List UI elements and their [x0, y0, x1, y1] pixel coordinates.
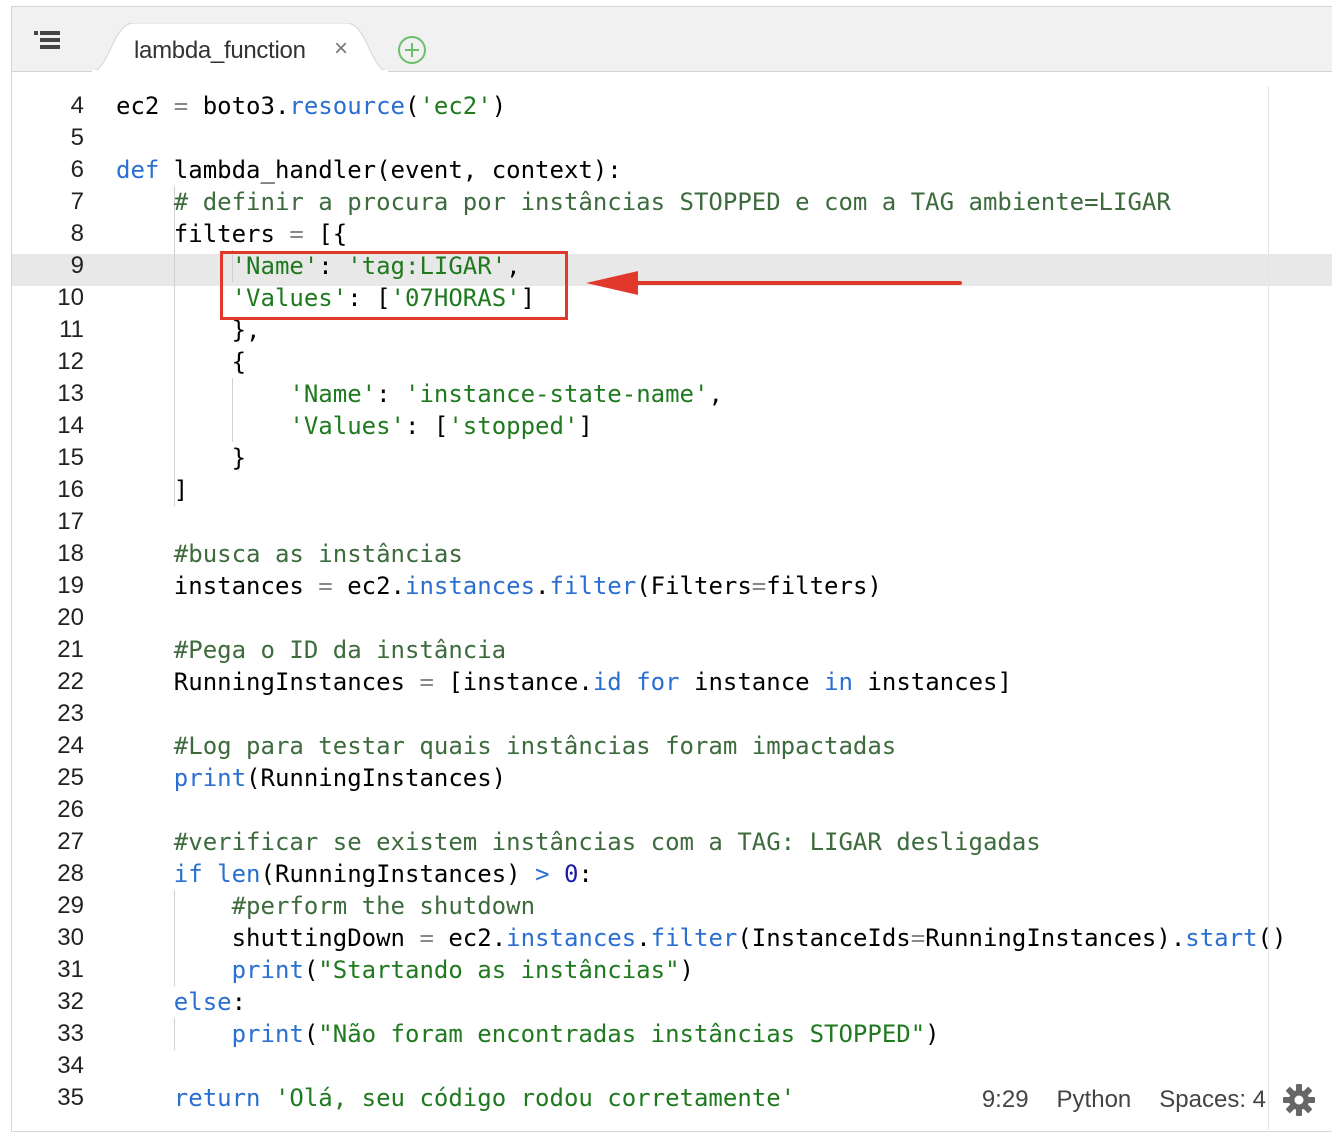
- code-text: 'Values': ['stopped']: [289, 412, 593, 440]
- line-number: 11: [59, 316, 84, 343]
- code-line[interactable]: 33 print("Não foram encontradas instânci…: [12, 1018, 1332, 1050]
- code-text: {: [116, 348, 247, 376]
- code-line[interactable]: 14 'Values': ['stopped']: [12, 410, 1332, 442]
- code-line[interactable]: 23: [12, 698, 1332, 730]
- code-text: # definir a procura por instâncias STOPP…: [173, 188, 1171, 216]
- line-number: 14: [57, 412, 84, 439]
- code-line[interactable]: 6 def lambda_handler(event, context):: [12, 154, 1332, 186]
- line-number: 9: [70, 252, 84, 279]
- line-number: 15: [57, 444, 84, 471]
- code-line[interactable]: 19 instances = ec2.instances.filter(Filt…: [12, 570, 1332, 602]
- code-line[interactable]: 8 filters = [{: [12, 218, 1332, 250]
- code-text: print("Startando as instâncias"): [231, 956, 694, 984]
- code-line[interactable]: 34: [12, 1050, 1332, 1082]
- line-number: 19: [57, 572, 84, 599]
- line-number: 22: [57, 668, 84, 695]
- line-number: 12: [57, 348, 84, 375]
- code-line[interactable]: 24 #Log para testar quais instâncias for…: [12, 730, 1332, 762]
- line-number: 26: [57, 796, 84, 823]
- code-text: #busca as instâncias: [173, 540, 463, 568]
- code-text: ]: [116, 476, 189, 504]
- code-text: 'Name': 'instance-state-name',: [289, 380, 723, 408]
- code-line[interactable]: 22 RunningInstances = [instance.id for i…: [12, 666, 1332, 698]
- code-line[interactable]: 20: [12, 602, 1332, 634]
- tab-label: lambda_function: [134, 37, 306, 64]
- code-line[interactable]: 4 ec2 = boto3.resource('ec2'): [12, 90, 1332, 122]
- line-number: 33: [57, 1020, 84, 1047]
- code-line[interactable]: 12 {: [12, 346, 1332, 378]
- code-text: #verificar se existem instâncias com a T…: [173, 828, 1041, 856]
- line-number: 4: [70, 92, 84, 119]
- code-line[interactable]: 28 if len(RunningInstances) > 0:: [12, 858, 1332, 890]
- code-text: if len(RunningInstances) > 0:: [173, 860, 593, 888]
- line-number: 28: [57, 860, 84, 887]
- file-list-icon[interactable]: [32, 29, 62, 53]
- code-line[interactable]: 15 }: [12, 442, 1332, 474]
- code-text: ec2 = boto3.resource('ec2'): [116, 92, 507, 120]
- code-line[interactable]: 29 #perform the shutdown: [12, 890, 1332, 922]
- code-line[interactable]: 18 #busca as instâncias: [12, 538, 1332, 570]
- status-bar: 9:29 Python Spaces: 4: [954, 1082, 1332, 1118]
- code-text: instances = ec2.instances.filter(Filters…: [116, 572, 882, 600]
- code-line[interactable]: 21 #Pega o ID da instância: [12, 634, 1332, 666]
- line-number: 30: [57, 924, 84, 951]
- code-line[interactable]: 30 shuttingDown = ec2.instances.filter(I…: [12, 922, 1332, 954]
- line-number: 7: [70, 188, 84, 215]
- code-editor[interactable]: 4 ec2 = boto3.resource('ec2') 5 6 def lambda…: [12, 72, 1332, 1130]
- indent-setting[interactable]: Spaces: 4: [1159, 1086, 1266, 1114]
- code-line[interactable]: 32 else:: [12, 986, 1332, 1018]
- line-number: 10: [57, 284, 84, 311]
- code-line[interactable]: 5: [12, 122, 1332, 154]
- code-line[interactable]: 27 #verificar se existem instâncias com …: [12, 826, 1332, 858]
- code-line[interactable]: 17: [12, 506, 1332, 538]
- line-number: 29: [57, 892, 84, 919]
- close-icon[interactable]: ×: [334, 35, 348, 63]
- code-line[interactable]: 25 print(RunningInstances): [12, 762, 1332, 794]
- code-text: else:: [173, 988, 247, 1016]
- line-number: 27: [57, 828, 84, 855]
- code-line[interactable]: 11 },: [12, 314, 1332, 346]
- line-number: 5: [70, 124, 84, 151]
- code-text: print(RunningInstances): [173, 764, 507, 792]
- line-number: 18: [57, 540, 84, 567]
- line-number: 31: [57, 956, 84, 983]
- code-text: RunningInstances = [instance.id for inst…: [116, 668, 1012, 696]
- code-text: filters = [{: [116, 220, 348, 248]
- code-text: shuttingDown = ec2.instances.filter(Inst…: [116, 924, 1287, 952]
- line-number: 34: [57, 1052, 84, 1079]
- tab-lambda-function[interactable]: lambda_function ×: [90, 23, 390, 72]
- arrow-left-icon: [586, 271, 962, 295]
- line-number: 13: [57, 380, 84, 407]
- code-text: }: [116, 444, 247, 472]
- code-text: #perform the shutdown: [231, 892, 536, 920]
- language-mode[interactable]: Python: [1057, 1086, 1132, 1114]
- code-text: #Log para testar quais instâncias foram …: [173, 732, 897, 760]
- line-number: 6: [70, 156, 84, 183]
- line-number: 20: [57, 604, 84, 631]
- code-text: def lambda_handler(event, context):: [116, 156, 622, 184]
- code-text: print("Não foram encontradas instâncias …: [231, 1020, 940, 1048]
- code-line[interactable]: 16 ]: [12, 474, 1332, 506]
- line-number: 25: [57, 764, 84, 791]
- line-number: 24: [57, 732, 84, 759]
- plus-circle-icon[interactable]: [396, 34, 428, 66]
- annotation-highlight-box: [220, 251, 568, 320]
- code-line[interactable]: 7 # definir a procura por instâncias STO…: [12, 186, 1332, 218]
- line-number: 16: [57, 476, 84, 503]
- code-line[interactable]: 26: [12, 794, 1332, 826]
- code-text: return 'Olá, seu código rodou corretamen…: [173, 1084, 796, 1112]
- cursor-position: 9:29: [981, 1086, 1029, 1113]
- line-number: 32: [57, 988, 84, 1015]
- code-line[interactable]: 31 print("Startando as instâncias"): [12, 954, 1332, 986]
- tab-bar: lambda_function ×: [12, 7, 1332, 72]
- line-number: 17: [57, 508, 84, 535]
- line-number: 8: [70, 220, 84, 247]
- line-number: 21: [57, 636, 84, 663]
- code-text: #Pega o ID da instância: [173, 636, 507, 664]
- code-line[interactable]: 13 'Name': 'instance-state-name',: [12, 378, 1332, 410]
- line-number: 23: [57, 700, 84, 727]
- line-number: 35: [57, 1084, 84, 1111]
- gear-icon[interactable]: [1282, 1083, 1316, 1117]
